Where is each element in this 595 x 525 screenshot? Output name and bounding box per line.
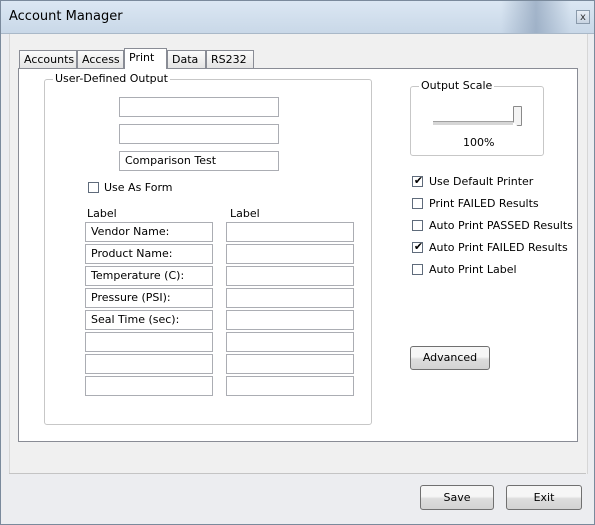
label-left-field-3[interactable]: Temperature (C): xyxy=(85,266,213,286)
account-manager-window: Account Manager x Accounts Access Print … xyxy=(0,0,595,525)
label-right-field-3[interactable] xyxy=(226,266,354,286)
label-right-field-8[interactable] xyxy=(226,376,354,396)
close-button[interactable]: x xyxy=(576,10,590,24)
output-scale-slider-thumb[interactable] xyxy=(513,106,522,126)
label-right-field-6[interactable] xyxy=(226,332,354,352)
advanced-button[interactable]: Advanced xyxy=(410,346,490,370)
tab-print-label: Print xyxy=(129,51,155,64)
close-icon: x xyxy=(580,12,586,23)
auto-print-passed-results-label: Auto Print PASSED Results xyxy=(429,219,573,232)
output-scale-legend: Output Scale xyxy=(419,79,495,92)
tab-rs232-label: RS232 xyxy=(211,53,247,66)
output-scale-slider-track[interactable] xyxy=(433,121,513,126)
tab-access-label: Access xyxy=(82,53,120,66)
user-defined-output-legend: User-Defined Output xyxy=(53,72,170,85)
label-header-right: Label xyxy=(230,207,260,220)
auto-print-label-label: Auto Print Label xyxy=(429,263,517,276)
label-right-field-2[interactable] xyxy=(226,244,354,264)
output-line-2-input[interactable] xyxy=(119,124,279,144)
auto-print-passed-results-checkbox[interactable] xyxy=(412,220,423,231)
tab-rs232[interactable]: RS232 xyxy=(206,50,254,68)
label-left-field-7[interactable] xyxy=(85,354,213,374)
tab-access[interactable]: Access xyxy=(77,50,124,68)
label-right-field-4[interactable] xyxy=(226,288,354,308)
divider xyxy=(9,473,586,474)
label-right-field-5[interactable] xyxy=(226,310,354,330)
auto-print-label-checkbox[interactable] xyxy=(412,264,423,275)
auto-print-failed-results-checkbox[interactable]: ✔ xyxy=(412,240,424,253)
tab-data[interactable]: Data xyxy=(167,50,206,68)
label-header-left: Label xyxy=(87,207,117,220)
label-left-field-4[interactable]: Pressure (PSI): xyxy=(85,288,213,308)
auto-print-failed-results-label: Auto Print FAILED Results xyxy=(429,241,568,254)
label-left-field-6[interactable] xyxy=(85,332,213,352)
title-bar: Account Manager x xyxy=(1,1,594,34)
exit-button[interactable]: Exit xyxy=(506,485,582,510)
tab-data-label: Data xyxy=(172,53,199,66)
output-line-1-input[interactable] xyxy=(119,97,279,117)
check-mark-icon: ✔ xyxy=(413,174,424,187)
use-as-form-label: Use As Form xyxy=(104,181,173,194)
use-as-form-checkbox[interactable] xyxy=(88,182,99,193)
check-mark-icon: ✔ xyxy=(413,240,424,253)
label-left-field-2[interactable]: Product Name: xyxy=(85,244,213,264)
output-scale-value: 100% xyxy=(463,136,495,149)
window-title: Account Manager xyxy=(9,9,123,24)
use-default-printer-checkbox[interactable]: ✔ xyxy=(412,174,424,187)
tab-accounts-label: Accounts xyxy=(24,53,75,66)
use-default-printer-label: Use Default Printer xyxy=(429,175,534,188)
label-left-field-8[interactable] xyxy=(85,376,213,396)
save-button[interactable]: Save xyxy=(420,485,494,510)
label-right-field-7[interactable] xyxy=(226,354,354,374)
tab-print[interactable]: Print xyxy=(124,48,167,69)
print-failed-results-label: Print FAILED Results xyxy=(429,197,539,210)
label-left-field-1[interactable]: Vendor Name: xyxy=(85,222,213,242)
output-line-3-input[interactable]: Comparison Test xyxy=(119,151,279,171)
label-left-field-5[interactable]: Seal Time (sec): xyxy=(85,310,213,330)
label-right-field-1[interactable] xyxy=(226,222,354,242)
print-failed-results-checkbox[interactable] xyxy=(412,198,423,209)
tab-accounts[interactable]: Accounts xyxy=(19,50,77,68)
title-bar-glow xyxy=(501,1,571,33)
